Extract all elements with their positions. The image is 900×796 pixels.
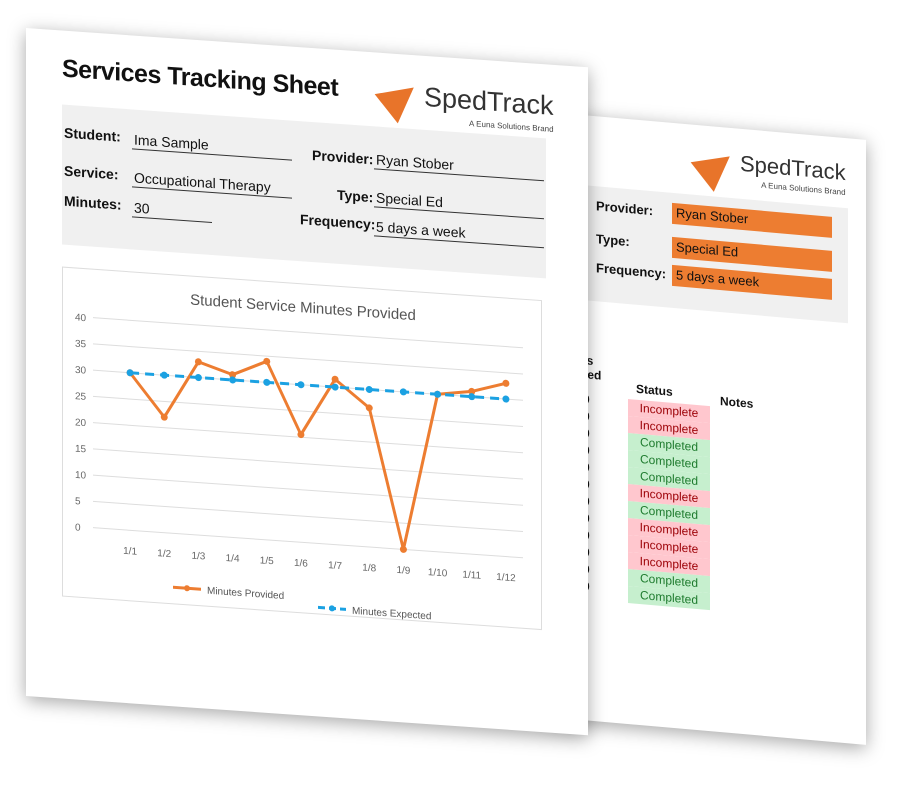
frequency-label: Frequency: xyxy=(300,211,376,233)
data-point xyxy=(194,374,202,382)
spedtrack-logo: SpedTrack A Euna Solutions Brand xyxy=(690,141,846,197)
x-tick-label: 1/7 xyxy=(328,560,342,572)
student-label: Student: xyxy=(64,124,121,145)
back-info-box: Provider: Ryan Stober Type: Special Ed F… xyxy=(548,182,848,324)
x-tick-label: 1/1 xyxy=(123,546,137,558)
type-label: Type: xyxy=(337,186,374,206)
logo-tagline: A Euna Solutions Brand xyxy=(469,118,554,134)
info-box: Student: Ima Sample Service: Occupationa… xyxy=(62,104,546,279)
type-label: Type: xyxy=(596,231,630,250)
legend-label: Minutes Expected xyxy=(352,606,431,623)
gridline xyxy=(93,317,523,349)
data-point xyxy=(502,395,510,403)
y-tick-label: 25 xyxy=(75,391,87,403)
front-tracking-sheet: Services Tracking Sheet SpedTrack A Euna… xyxy=(26,28,588,736)
x-tick-label: 1/4 xyxy=(226,553,240,565)
logo-name: SpedTrack xyxy=(424,81,554,121)
y-tick-label: 5 xyxy=(75,496,81,507)
data-point xyxy=(331,383,339,391)
legend-marker xyxy=(329,605,335,612)
minutes-chart: Student Service Minutes Provided 0 5 10 15 2… xyxy=(62,266,542,631)
provider-label: Provider: xyxy=(596,198,654,219)
data-point xyxy=(399,388,407,396)
gridline xyxy=(93,422,523,454)
x-tick-label: 1/6 xyxy=(294,558,308,570)
student-value: Ima Sample xyxy=(132,131,292,161)
gridline xyxy=(93,448,523,480)
header-notes: Notes xyxy=(720,394,754,411)
logo-arrow-icon xyxy=(690,141,742,192)
page-title: Services Tracking Sheet xyxy=(62,54,339,102)
service-value: Occupational Therapy xyxy=(132,169,292,199)
data-point xyxy=(365,404,373,412)
x-tick-label: 1/5 xyxy=(260,555,274,567)
logo-name: SpedTrack xyxy=(740,150,846,186)
frequency-value: 5 days a week xyxy=(672,264,832,300)
data-point xyxy=(434,390,442,398)
series-line-0 xyxy=(128,359,507,550)
y-tick-label: 20 xyxy=(75,417,87,429)
back-tracking-sheet: SpedTrack A Euna Solutions Brand Provide… xyxy=(548,112,866,745)
legend-label: Minutes Provided xyxy=(207,586,284,602)
provider-value: Ryan Stober xyxy=(672,202,832,238)
data-point xyxy=(502,379,510,387)
y-tick-label: 0 xyxy=(75,522,81,533)
gridline xyxy=(93,500,523,533)
y-tick-label: 30 xyxy=(75,365,87,377)
legend-marker xyxy=(184,585,190,592)
x-tick-label: 1/9 xyxy=(396,565,410,577)
spedtrack-logo: SpedTrack A Euna Solutions Brand xyxy=(374,72,554,134)
data-point xyxy=(126,369,134,377)
x-tick-label: 1/11 xyxy=(462,570,481,582)
gridline xyxy=(93,343,523,375)
y-tick-label: 15 xyxy=(75,444,87,456)
header-status: Status xyxy=(636,381,673,399)
data-point xyxy=(399,545,407,553)
status-table: Minutes Expected Status Notes 30Incomple… xyxy=(548,112,866,611)
y-tick-label: 35 xyxy=(75,339,87,351)
data-point xyxy=(263,378,271,386)
data-point xyxy=(263,357,271,365)
provider-label: Provider: xyxy=(312,146,374,168)
y-tick-label: 40 xyxy=(75,312,87,324)
data-point xyxy=(365,385,373,394)
provider-value: Ryan Stober xyxy=(374,151,544,182)
data-point xyxy=(160,371,168,379)
data-point xyxy=(297,381,305,389)
chart-title: Student Service Minutes Provided xyxy=(190,291,416,324)
y-tick-label: 10 xyxy=(75,470,87,482)
service-label: Service: xyxy=(64,162,119,183)
minutes-label: Minutes: xyxy=(64,192,122,213)
gridline xyxy=(93,369,523,401)
chart-svg: Student Service Minutes Provided 0 5 10 15 2… xyxy=(75,291,523,623)
x-tick-label: 1/8 xyxy=(362,563,376,575)
x-tick-label: 1/2 xyxy=(157,548,171,560)
gridline xyxy=(93,474,523,506)
frequency-label: Frequency: xyxy=(596,260,667,282)
frequency-value: 5 days a week xyxy=(374,218,544,249)
type-value: Special Ed xyxy=(374,189,544,220)
x-tick-label: 1/10 xyxy=(428,567,448,579)
minutes-value: 30 xyxy=(132,199,212,224)
x-tick-label: 1/12 xyxy=(496,572,516,584)
x-tick-label: 1/3 xyxy=(191,551,205,563)
logo-arrow-icon xyxy=(374,72,426,124)
